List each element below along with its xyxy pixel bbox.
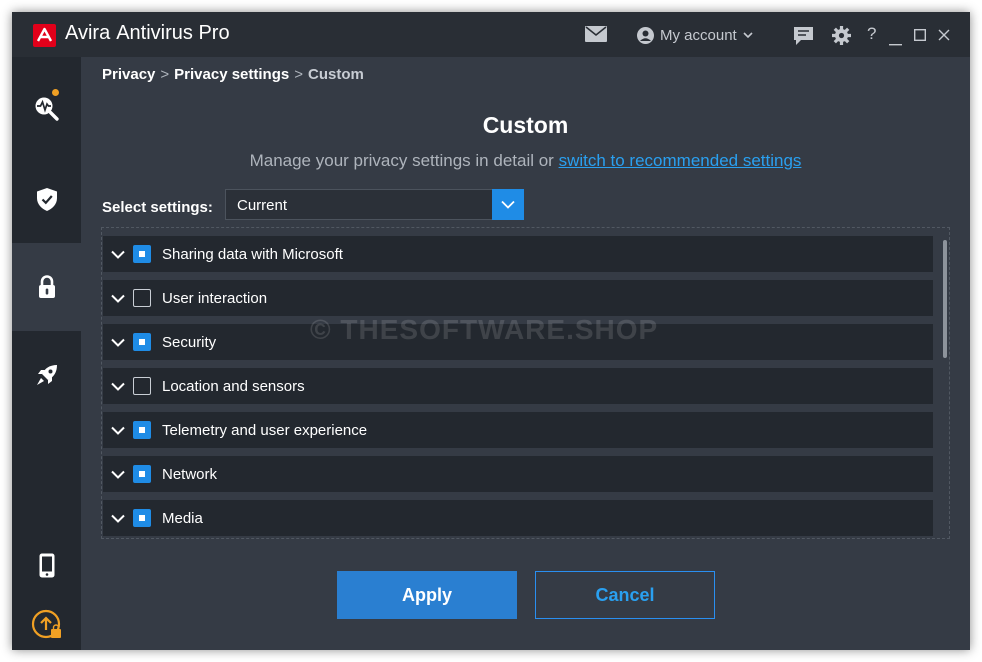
list-item[interactable]: User interaction [103,280,933,316]
shield-check-icon [36,187,57,211]
setting-label: Location and sensors [162,377,305,395]
setting-checkbox[interactable] [133,465,151,483]
breadcrumb-item-custom: Custom [307,66,364,83]
chevron-down-icon [501,200,515,209]
settings-select[interactable]: Current [225,189,524,220]
expand-chevron-icon[interactable] [111,250,127,259]
sidebar-item-privacy[interactable] [12,243,81,331]
expand-chevron-icon[interactable] [111,338,127,347]
breadcrumb-separator: > [160,66,170,83]
my-account-menu[interactable]: My account [637,25,753,45]
setting-label: Security [162,333,217,351]
sidebar-item-performance[interactable] [12,331,81,419]
list-item[interactable]: Location and sensors [103,368,933,404]
phone-icon [39,553,54,577]
rocket-icon [36,365,57,385]
setting-checkbox[interactable] [133,245,151,263]
sidebar [12,57,81,650]
scrollbar[interactable] [943,240,947,358]
feedback-icon[interactable] [793,26,814,51]
list-item[interactable]: Telemetry and user experience [103,412,933,448]
chevron-down-icon [743,31,753,38]
app-title: Avira Antivirus Pro [65,22,230,45]
expand-chevron-icon[interactable] [111,382,127,391]
setting-checkbox[interactable] [133,333,151,351]
breadcrumb-separator: > [294,66,303,83]
apply-button[interactable]: Apply [337,571,517,619]
app-product: Antivirus Pro [116,22,230,44]
list-item[interactable]: Network [103,456,933,492]
list-item[interactable]: Media [103,500,933,536]
breadcrumb-item-privacy[interactable]: Privacy [102,66,155,83]
close-icon[interactable] [938,28,950,46]
dropdown-button[interactable] [492,189,524,220]
setting-label: Media [162,509,203,527]
sidebar-item-scan[interactable] [12,65,81,153]
minimize-icon[interactable] [889,33,902,51]
cancel-button[interactable]: Cancel [535,571,715,619]
sidebar-item-protection[interactable] [12,155,81,243]
help-icon[interactable]: ? [867,24,876,44]
notification-dot [51,89,59,96]
setting-checkbox[interactable] [133,509,151,527]
sidebar-item-upgrade[interactable] [12,581,81,650]
recommended-settings-link[interactable]: switch to recommended settings [559,151,802,170]
subtitle-text: Manage your privacy settings in detail o… [249,151,554,170]
scan-pulse-icon [34,89,60,122]
select-settings-label: Select settings: [102,199,213,216]
page-title: Custom [482,112,569,138]
lock-icon [38,275,55,298]
mail-icon[interactable] [585,26,607,47]
expand-chevron-icon[interactable] [111,470,127,479]
watermark: © THESOFTWARE.SHOP [310,314,659,345]
title-bar: Avira Antivirus Pro My account ? [12,12,970,57]
breadcrumb-item-privacy-settings[interactable]: Privacy settings [174,66,289,83]
expand-chevron-icon[interactable] [111,294,127,303]
settings-select-value: Current [237,197,288,214]
expand-chevron-icon[interactable] [111,426,127,435]
page-subtitle: Manage your privacy settings in detail o… [81,151,970,171]
setting-checkbox[interactable] [133,377,151,395]
expand-chevron-icon[interactable] [111,514,127,523]
app-brand: Avira [65,22,111,44]
app-window: Avira Antivirus Pro My account ? Privacy… [12,12,970,650]
my-account-label: My account [660,26,737,44]
upgrade-icon [31,609,61,639]
setting-label: User interaction [162,289,268,307]
breadcrumb: Privacy > Privacy settings > Custom [102,66,364,83]
user-icon [637,26,654,44]
settings-list[interactable]: Sharing data with Microsoft User interac… [101,227,950,539]
setting-label: Telemetry and user experience [162,421,368,439]
setting-checkbox[interactable] [133,421,151,439]
maximize-icon[interactable] [913,28,927,46]
setting-label: Sharing data with Microsoft [162,245,343,263]
list-item[interactable]: Sharing data with Microsoft [103,236,933,272]
setting-checkbox[interactable] [133,289,151,307]
gear-icon[interactable] [831,25,852,51]
setting-label: Network [162,465,218,483]
avira-logo-icon [33,24,56,47]
